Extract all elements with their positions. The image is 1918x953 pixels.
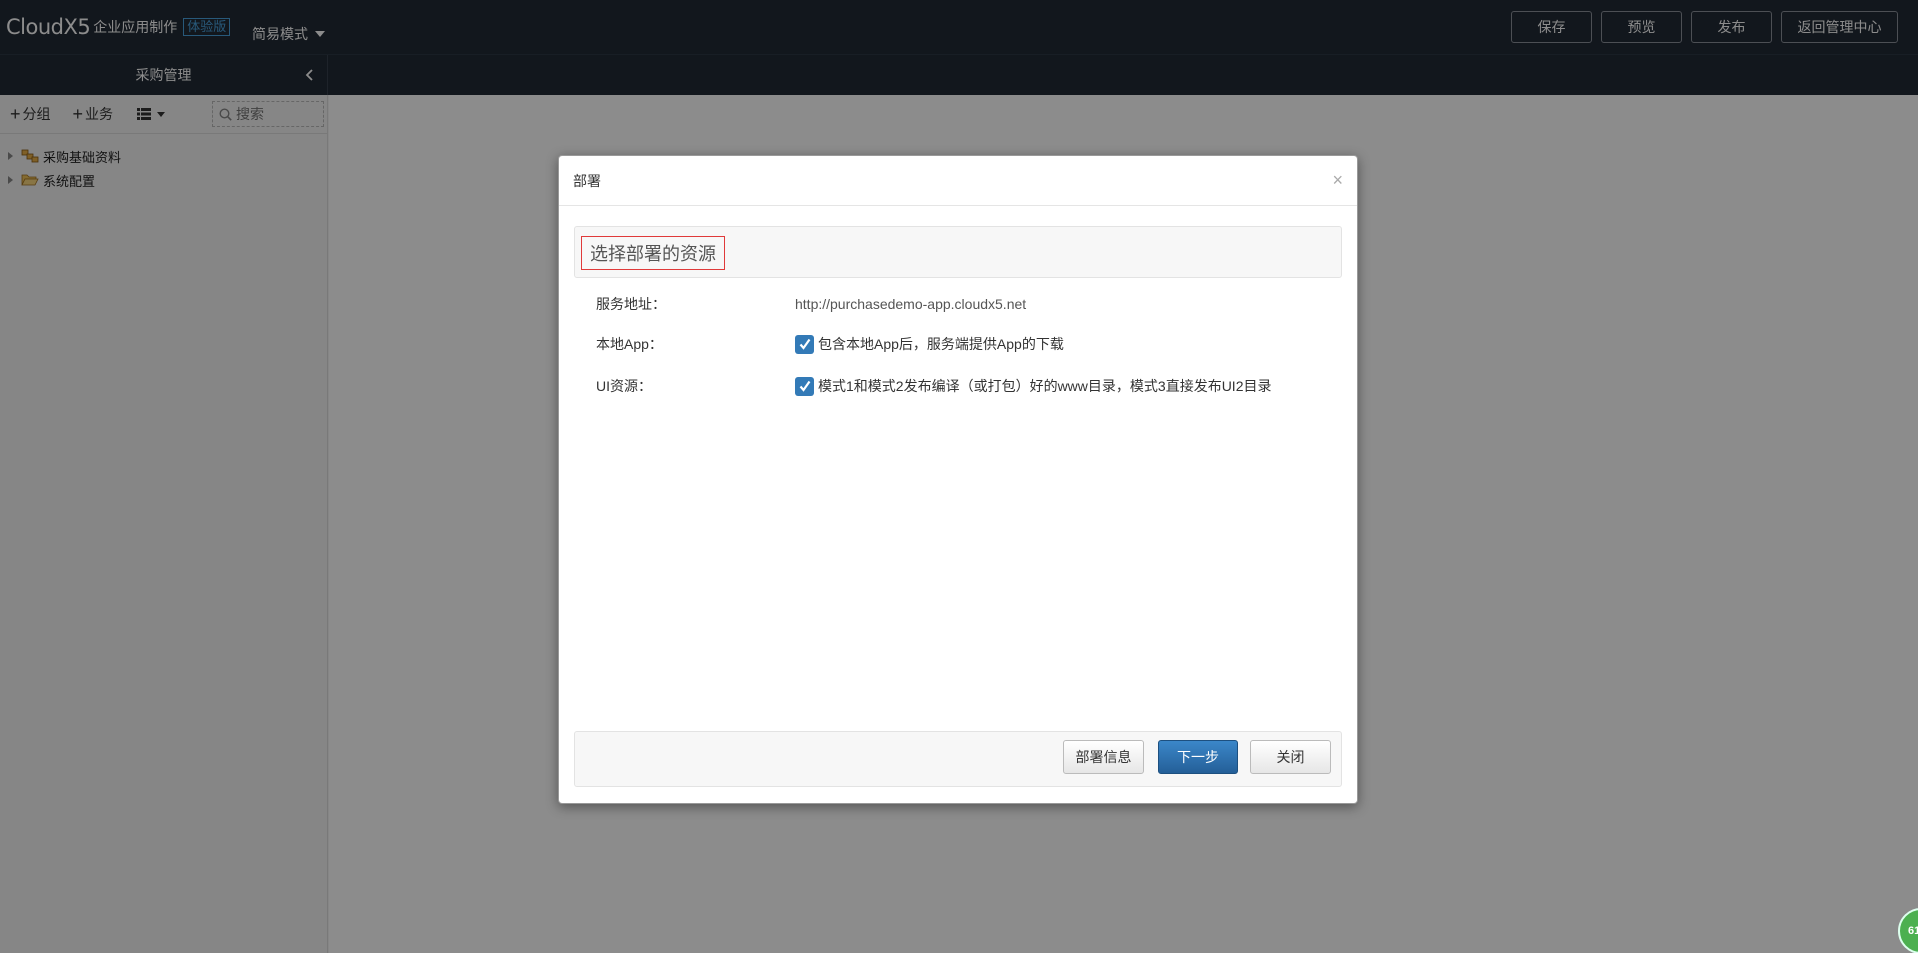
dialog-title: 部署 [573,172,601,189]
checkmark-icon [799,338,810,350]
local-app-label: 本地App： [596,336,663,352]
service-address-label: 服务地址： [596,296,666,312]
close-button[interactable]: 关闭 [1250,740,1331,774]
ui-resource-row: UI资源： 模式1和模式2发布编译（或打包）好的www目录，模式3直接发布UI2… [596,376,1271,396]
local-app-row: 本地App： 包含本地App后，服务端提供App的下载 [596,334,1064,354]
section-header: 选择部署的资源 [574,226,1342,278]
dialog-header: 部署 × [559,156,1357,206]
next-step-button[interactable]: 下一步 [1158,740,1238,774]
deploy-dialog: 部署 × 选择部署的资源 服务地址： http://purchasedemo-a… [558,155,1358,804]
section-title: 选择部署的资源 [581,236,725,270]
ui-resource-label: UI资源： [596,378,652,394]
service-address-row: 服务地址： http://purchasedemo-app.cloudx5.ne… [596,294,1026,314]
deploy-info-button[interactable]: 部署信息 [1063,740,1144,774]
close-icon[interactable]: × [1332,171,1343,189]
local-app-description: 包含本地App后，服务端提供App的下载 [818,336,1064,352]
ui-resource-checkbox[interactable] [795,376,814,396]
local-app-checkbox[interactable] [795,334,814,354]
ui-resource-description: 模式1和模式2发布编译（或打包）好的www目录，模式3直接发布UI2目录 [818,378,1272,394]
dialog-footer: 部署信息 下一步 关闭 [574,731,1342,787]
checkmark-icon [799,380,810,392]
service-address-value: http://purchasedemo-app.cloudx5.net [795,296,1027,312]
